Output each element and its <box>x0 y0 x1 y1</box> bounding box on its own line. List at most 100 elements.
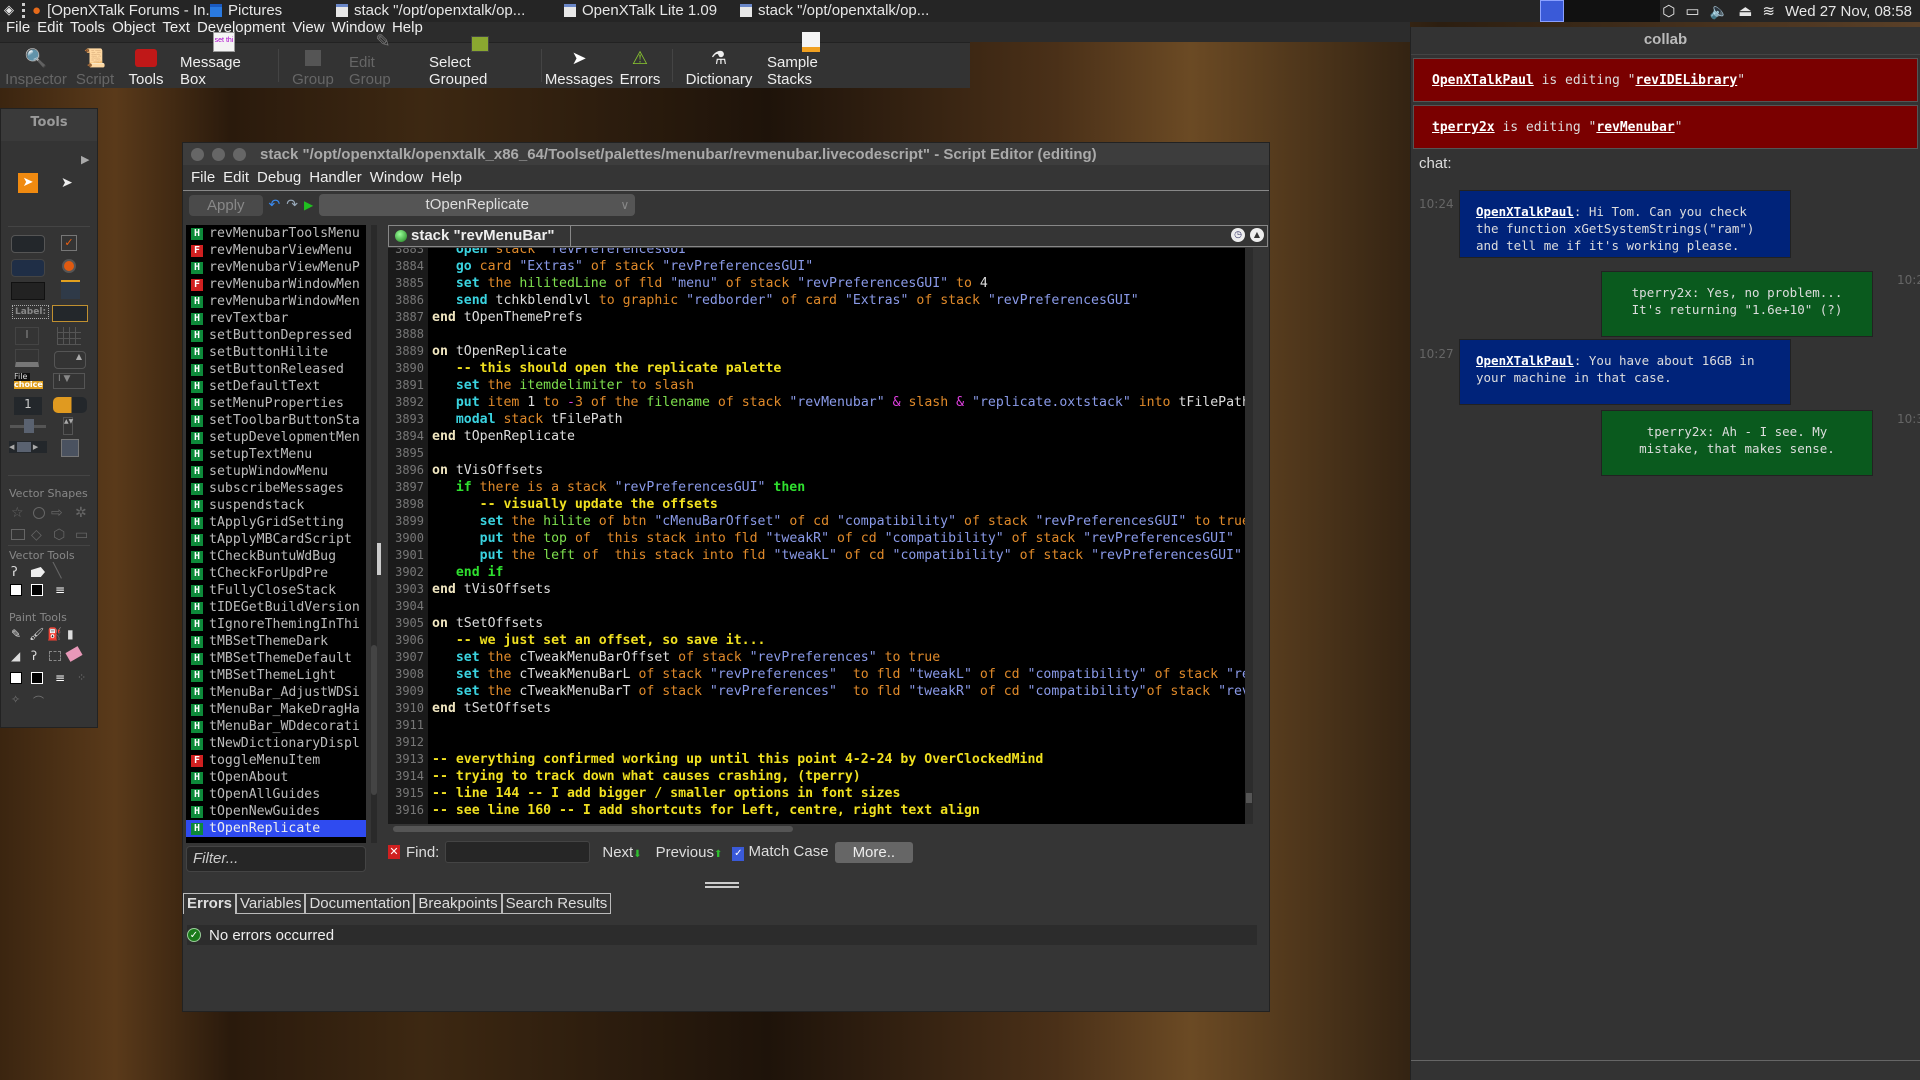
spinner-tool-icon[interactable]: ▲ <box>54 351 86 369</box>
code-line[interactable]: 3887 end tOpenThemePrefs <box>388 309 1246 326</box>
handler-list-item[interactable]: HrevTextbar <box>186 310 366 327</box>
pane-resize-grip[interactable] <box>705 882 739 888</box>
handler-list-item[interactable]: FtoggleMenuItem <box>186 752 366 769</box>
dropper-icon[interactable]: ✧ <box>11 693 20 706</box>
handler-list-item[interactable]: HtNewDictionaryDispl <box>186 735 366 752</box>
scrolling-list-tool-icon[interactable] <box>15 349 39 367</box>
select-paint-icon[interactable]: ◢ <box>11 649 20 663</box>
code-line[interactable]: 3888 <box>388 326 1246 343</box>
expand-arrow-icon[interactable]: ▶ <box>81 153 89 166</box>
spray-tool-icon[interactable]: ▮ <box>67 627 74 641</box>
volume-icon[interactable]: 🔈 <box>1710 2 1729 20</box>
wifi-icon[interactable]: ≋ <box>1762 2 1775 20</box>
messages-button[interactable]: ➤ Messages <box>545 43 613 89</box>
handler-list-item[interactable]: HtIgnoreThemingInThi <box>186 616 366 633</box>
clock[interactable]: Wed 27 Nov, 08:58 <box>1785 3 1912 20</box>
circle-shape-icon[interactable] <box>33 507 45 519</box>
code-line[interactable]: 3886 send tchkblendlvl to graphic "redbo… <box>388 292 1246 309</box>
script-button[interactable]: 📜 Script <box>72 43 118 89</box>
gear-shape-icon[interactable]: ✲ <box>75 505 87 521</box>
history-icon[interactable]: ◷ <box>1231 228 1245 242</box>
code-line[interactable]: 3897 if there is a stack "revPreferences… <box>388 479 1246 496</box>
rectangle-shape-icon[interactable] <box>11 529 25 540</box>
close-window-button[interactable] <box>191 147 204 161</box>
code-line[interactable]: 3914 -- trying to track down what causes … <box>388 768 1246 785</box>
sender-link[interactable]: OpenXTalkPaul <box>1476 204 1574 219</box>
handler-list[interactable]: HrevMenubarToolsMenu FrevMenubarViewMenu H… <box>186 225 366 843</box>
code-line[interactable]: 3905 on tSetOffsets <box>388 615 1246 632</box>
se-menu-window[interactable]: Window <box>370 169 423 186</box>
menu-edit[interactable]: Edit <box>37 20 63 42</box>
radio-tool-icon[interactable] <box>62 259 76 273</box>
edit-group-button[interactable]: ✎ Edit Group <box>343 31 423 88</box>
code-line[interactable]: 3895 <box>388 445 1246 462</box>
little-arrows-tool-icon[interactable]: ▲▼ <box>63 417 73 435</box>
code-line[interactable]: 3908 set the cTweakMenuBarL of stack "re… <box>388 666 1246 683</box>
handler-list-item[interactable]: HsetupDevelopmentMen <box>186 429 366 446</box>
handler-list-item[interactable]: HtApplyMBCardScript <box>186 531 366 548</box>
handler-list-item[interactable]: HrevMenubarToolsMenu <box>186 225 366 242</box>
se-menu-edit[interactable]: Edit <box>223 169 249 186</box>
handler-list-item[interactable]: HtFullyCloseStack <box>186 582 366 599</box>
handler-list-item[interactable]: HrevMenubarWindowMen <box>186 293 366 310</box>
line-width-icon[interactable]: ≡ <box>55 583 65 597</box>
handler-select[interactable]: tOpenReplicate ∨ <box>319 194 636 216</box>
code-line[interactable]: 3896 on tVisOffsets <box>388 462 1246 479</box>
stack-tab[interactable]: stack "revMenuBar" ◷ ▲ <box>388 225 1268 247</box>
spray-dots-icon[interactable]: ⁘ <box>77 671 86 684</box>
match-case-checkbox[interactable]: ✓ Match Case <box>732 843 829 861</box>
find-next-button[interactable]: Next⬇ <box>602 844 641 861</box>
workspace-pager-active[interactable] <box>1540 0 1564 22</box>
display-icon[interactable]: ▭ <box>1685 2 1699 20</box>
se-menu-debug[interactable]: Debug <box>257 169 301 186</box>
code-line[interactable]: 3894 end tOpenReplicate <box>388 428 1246 445</box>
handler-list-item[interactable]: HsetupWindowMenu <box>186 463 366 480</box>
eraser-tool-icon[interactable] <box>65 646 83 662</box>
stroke-color-swatch[interactable] <box>31 584 43 596</box>
combo-box-tool-icon[interactable]: I ▼ <box>53 373 85 389</box>
redo-icon[interactable]: ↷ <box>286 197 298 213</box>
button-tool-icon[interactable] <box>11 235 45 253</box>
slider-tool-icon[interactable] <box>10 419 46 433</box>
code-line[interactable]: 3907 set the cTweakMenuBarOffset of stac… <box>388 649 1246 666</box>
code-line[interactable]: 3904 <box>388 598 1246 615</box>
code-line[interactable]: 3912 <box>388 734 1246 751</box>
code-line[interactable]: 3899 set the hilite of btn "cMenuBarOffs… <box>388 513 1246 530</box>
task-stack-2[interactable]: stack "/opt/openxtalk/op... <box>740 2 929 19</box>
image-tool-icon[interactable] <box>61 439 79 457</box>
default-button-tool-icon[interactable] <box>11 259 45 277</box>
handler-list-item[interactable]: HtOpenNewGuides <box>186 803 366 820</box>
code-vertical-scrollbar[interactable] <box>1245 248 1253 824</box>
sample-stacks-button[interactable]: Sample Stacks <box>761 32 861 88</box>
handler-list-item[interactable]: HtIDEGetBuildVersion <box>186 599 366 616</box>
code-horizontal-scrollbar[interactable] <box>393 826 793 832</box>
handler-list-item[interactable]: HtCheckForUpdPre <box>186 565 366 582</box>
toggle-switch-tool-icon[interactable] <box>53 397 87 413</box>
line-tool-icon[interactable]: ╲ <box>53 563 61 579</box>
rect-select-icon[interactable] <box>49 651 61 661</box>
handler-list-item[interactable]: HtMenuBar_MakeDragHa <box>186 701 366 718</box>
find-previous-button[interactable]: Previous⬆ <box>656 844 723 861</box>
eject-icon[interactable]: ⏏ <box>1738 2 1752 20</box>
code-line[interactable]: 3910 end tSetOffsets <box>388 700 1246 717</box>
handler-list-item[interactable]: HtMBSetThemeDefault <box>186 650 366 667</box>
handler-list-item[interactable]: HtCheckBuntuWdBug <box>186 548 366 565</box>
text-field-tool-icon[interactable] <box>52 305 88 322</box>
field-tool-icon[interactable] <box>11 282 45 300</box>
handler-list-item[interactable]: HtMBSetThemeLight <box>186 667 366 684</box>
code-line[interactable]: 3892 put item 1 to -3 of the filename of… <box>388 394 1246 411</box>
handler-list-item[interactable]: HtOpenAbout <box>186 769 366 786</box>
pencil-tool-icon[interactable]: ✎ <box>11 627 21 641</box>
label-tool-icon[interactable]: Label: <box>12 305 50 319</box>
code-line[interactable]: 3884 go card "Extras" of stack "revPrefe… <box>388 258 1246 275</box>
splitter-handle[interactable] <box>377 543 381 575</box>
apply-button[interactable]: Apply <box>189 194 263 216</box>
code-line[interactable]: 3915 -- line 144 -- I add bigger / smalle… <box>388 785 1246 802</box>
handler-list-item[interactable]: HsetButtonHilite <box>186 344 366 361</box>
scrolling-field-tool-icon[interactable]: I <box>15 327 39 345</box>
handler-list-item[interactable]: FrevMenubarWindowMen <box>186 276 366 293</box>
handler-list-item[interactable]: HtApplyGridSetting <box>186 514 366 531</box>
fill-color-swatch[interactable] <box>10 584 22 596</box>
group-button[interactable]: Group <box>283 43 343 88</box>
polygon-shape-icon[interactable]: ⬡ <box>53 527 65 543</box>
